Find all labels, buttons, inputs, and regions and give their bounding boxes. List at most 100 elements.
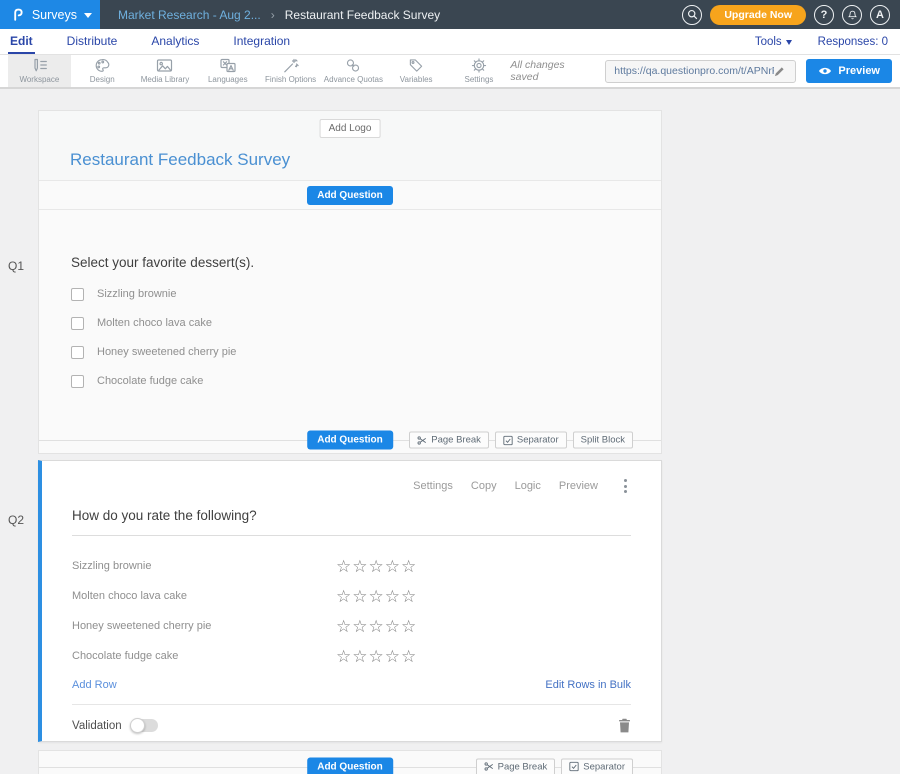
separator-button[interactable]: Separator bbox=[495, 432, 567, 449]
page-break-button[interactable]: Page Break bbox=[476, 758, 556, 774]
tools-menu[interactable]: Tools bbox=[755, 36, 792, 48]
split-block-button[interactable]: Split Block bbox=[573, 432, 633, 449]
option-checkbox[interactable] bbox=[71, 288, 84, 301]
edit-toolbar: Workspace Design Media Library Languages… bbox=[0, 55, 900, 89]
star-icon[interactable] bbox=[385, 648, 400, 665]
add-question-button[interactable]: Add Question bbox=[307, 757, 393, 774]
star-icon[interactable] bbox=[401, 618, 416, 635]
tab-edit[interactable]: Edit bbox=[8, 29, 35, 54]
divider-actions: Page Break Separator Split Block bbox=[409, 432, 633, 449]
star-icon[interactable] bbox=[352, 588, 367, 605]
toolbar-item-advance-quotas[interactable]: Advance Quotas bbox=[322, 55, 385, 87]
option-checkbox[interactable] bbox=[71, 317, 84, 330]
star-icon[interactable] bbox=[401, 558, 416, 575]
separator-label: Separator bbox=[583, 761, 625, 772]
add-question-button[interactable]: Add Question bbox=[307, 431, 393, 450]
upgrade-now-button[interactable]: Upgrade Now bbox=[710, 5, 806, 25]
option-checkbox[interactable] bbox=[71, 375, 84, 388]
option-checkbox[interactable] bbox=[71, 346, 84, 359]
notifications-button[interactable] bbox=[842, 5, 862, 25]
breadcrumb-folder[interactable]: Market Research - Aug 2... bbox=[118, 8, 261, 22]
toolbar-item-label: Variables bbox=[400, 75, 433, 84]
search-icon bbox=[687, 9, 698, 20]
rating-row-label[interactable]: Sizzling brownie bbox=[72, 560, 336, 572]
star-icon[interactable] bbox=[385, 558, 400, 575]
add-question-section: Add Question bbox=[39, 181, 661, 210]
option-label[interactable]: Molten choco lava cake bbox=[97, 317, 212, 329]
help-button[interactable]: ? bbox=[814, 5, 834, 25]
star-icon[interactable] bbox=[336, 588, 351, 605]
question-1-options: Sizzling brownie Molten choco lava cake … bbox=[71, 287, 629, 388]
toolbar-item-variables[interactable]: Variables bbox=[385, 55, 448, 87]
preview-button[interactable]: Preview bbox=[806, 59, 892, 83]
tab-analytics[interactable]: Analytics bbox=[149, 29, 201, 54]
tab-integration[interactable]: Integration bbox=[231, 29, 292, 54]
header-actions: Upgrade Now ? A bbox=[682, 0, 900, 29]
more-options-kebab-icon[interactable] bbox=[620, 477, 631, 495]
breadcrumb-current-survey: Restaurant Feedback Survey bbox=[285, 8, 440, 22]
rating-row-label[interactable]: Chocolate fudge cake bbox=[72, 650, 336, 662]
rating-row: Molten choco lava cake bbox=[72, 581, 631, 611]
edit-rows-in-bulk-link[interactable]: Edit Rows in Bulk bbox=[545, 679, 631, 691]
add-logo-button[interactable]: Add Logo bbox=[320, 119, 381, 138]
rating-row-label[interactable]: Molten choco lava cake bbox=[72, 590, 336, 602]
rating-row-label[interactable]: Honey sweetened cherry pie bbox=[72, 620, 336, 632]
separator-label: Separator bbox=[517, 435, 559, 446]
toolbar-item-workspace[interactable]: Workspace bbox=[8, 55, 71, 87]
star-icon[interactable] bbox=[369, 588, 384, 605]
avatar[interactable]: A bbox=[870, 5, 890, 25]
add-question-button[interactable]: Add Question bbox=[307, 186, 393, 205]
questionpro-logo-icon bbox=[12, 5, 25, 24]
star-icon[interactable] bbox=[385, 588, 400, 605]
star-rating bbox=[336, 558, 416, 575]
toolbar-item-media-library[interactable]: Media Library bbox=[134, 55, 197, 87]
star-icon[interactable] bbox=[401, 648, 416, 665]
delete-question-button[interactable] bbox=[618, 718, 631, 733]
star-icon[interactable] bbox=[352, 558, 367, 575]
star-icon[interactable] bbox=[352, 618, 367, 635]
star-icon[interactable] bbox=[369, 558, 384, 575]
question-settings-button[interactable]: Settings bbox=[413, 480, 453, 492]
toolbar-item-design[interactable]: Design bbox=[71, 55, 134, 87]
toolbar-item-settings[interactable]: Settings bbox=[448, 55, 511, 87]
survey-url-input[interactable] bbox=[614, 65, 774, 77]
toolbar-item-label: Languages bbox=[208, 75, 248, 84]
question-1-text[interactable]: Select your favorite dessert(s). bbox=[71, 255, 629, 270]
scissors-icon bbox=[484, 762, 494, 772]
separator-check-icon bbox=[569, 762, 579, 772]
star-icon[interactable] bbox=[385, 618, 400, 635]
star-icon[interactable] bbox=[369, 618, 384, 635]
question-logic-button[interactable]: Logic bbox=[515, 480, 541, 492]
toolbar-item-languages[interactable]: Languages bbox=[196, 55, 259, 87]
option-row: Sizzling brownie bbox=[71, 287, 629, 301]
star-icon[interactable] bbox=[401, 588, 416, 605]
surveys-menu[interactable]: Surveys bbox=[0, 0, 100, 29]
separator-button[interactable]: Separator bbox=[561, 758, 633, 774]
option-label[interactable]: Sizzling brownie bbox=[97, 288, 176, 300]
question-copy-button[interactable]: Copy bbox=[471, 480, 497, 492]
page-break-label: Page Break bbox=[431, 435, 481, 446]
validation-toggle[interactable] bbox=[131, 719, 158, 732]
star-icon[interactable] bbox=[336, 618, 351, 635]
question-2-block-selected[interactable]: Settings Copy Logic Preview How do you r… bbox=[38, 460, 662, 742]
edit-url-pencil-icon[interactable] bbox=[774, 66, 785, 77]
star-icon[interactable] bbox=[352, 648, 367, 665]
add-row-link[interactable]: Add Row bbox=[72, 679, 117, 691]
option-label[interactable]: Chocolate fudge cake bbox=[97, 375, 203, 387]
palette-icon bbox=[94, 58, 110, 73]
responses-count[interactable]: Responses: 0 bbox=[818, 36, 888, 48]
search-button[interactable] bbox=[682, 5, 702, 25]
rating-rows: Sizzling brownie Molten choco lava cake … bbox=[72, 551, 631, 671]
question-preview-button[interactable]: Preview bbox=[559, 480, 598, 492]
tab-distribute[interactable]: Distribute bbox=[65, 29, 120, 54]
star-icon[interactable] bbox=[336, 558, 351, 575]
survey-title[interactable]: Restaurant Feedback Survey bbox=[70, 150, 290, 170]
question-number-q1: Q1 bbox=[8, 259, 24, 273]
option-label[interactable]: Honey sweetened cherry pie bbox=[97, 346, 236, 358]
toolbar-item-finish-options[interactable]: Finish Options bbox=[259, 55, 322, 87]
star-icon[interactable] bbox=[336, 648, 351, 665]
page-break-label: Page Break bbox=[498, 761, 548, 772]
question-2-text[interactable]: How do you rate the following? bbox=[72, 508, 631, 536]
page-break-button[interactable]: Page Break bbox=[409, 432, 489, 449]
star-icon[interactable] bbox=[369, 648, 384, 665]
